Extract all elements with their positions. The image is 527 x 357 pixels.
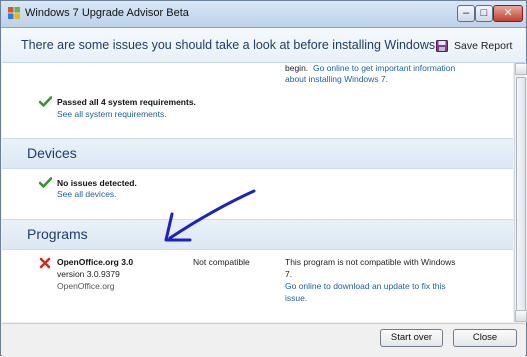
programs-heading: Programs [27,226,88,242]
scroll-up-arrow[interactable] [515,63,527,75]
app-window: Windows 7 Upgrade Advisor Beta – □ ✕ The… [0,0,527,357]
close-window-button[interactable]: ✕ [493,5,523,22]
save-report-label: Save Report [454,40,513,52]
save-report-button[interactable]: Save Report [436,38,512,54]
checkmark-icon [39,177,52,188]
results-panel: begin. Go online to get important inform… [2,63,513,322]
start-over-button[interactable]: Start over [380,329,443,347]
devices-heading: Devices [27,145,77,161]
program-publisher: OpenOffice.org [57,281,115,291]
program-compat-status: Not compatible [193,257,250,267]
system-requirements-status: Passed all 4 system requirements. [57,97,196,107]
program-version: version 3.0.9379 [57,269,120,279]
important-info-link[interactable]: Go online to get important information [313,63,455,73]
checkmark-icon [39,96,52,107]
header-message: There are some issues you should take a … [21,38,450,52]
devices-section-header: Devices [2,138,513,169]
devices-status: No issues detected. [57,178,137,188]
floppy-disk-icon [436,40,448,52]
footer-bar: Start over Close [2,323,525,357]
see-all-system-requirements-link[interactable]: See all system requirements. [57,109,167,119]
close-button[interactable]: Close [453,329,517,347]
maximize-button[interactable]: □ [475,5,493,22]
programs-section-header: Programs [2,219,513,250]
error-x-icon [39,257,51,269]
download-update-link[interactable]: Go online to download an update to fix t… [285,281,446,291]
partial-text: begin. [285,63,309,73]
scroll-down-arrow[interactable] [515,310,527,322]
important-info-link-line2[interactable]: about installing Windows 7. [285,74,388,84]
windows-logo-icon [8,7,20,19]
program-name: OpenOffice.org 3.0 [57,257,134,267]
download-update-link-line2[interactable]: issue. [285,293,307,303]
program-details: This program is not compatible with Wind… [285,257,456,267]
vertical-scrollbar[interactable] [514,63,527,322]
scroll-thumb[interactable] [516,77,526,317]
see-all-devices-link[interactable]: See all devices. [57,189,117,199]
minimize-button[interactable]: – [457,5,475,22]
title-bar[interactable]: Windows 7 Upgrade Advisor Beta – □ ✕ [1,1,526,28]
header-banner: There are some issues you should take a … [2,28,525,63]
program-details-line2: 7. [285,269,293,279]
window-title: Windows 7 Upgrade Advisor Beta [25,7,189,19]
